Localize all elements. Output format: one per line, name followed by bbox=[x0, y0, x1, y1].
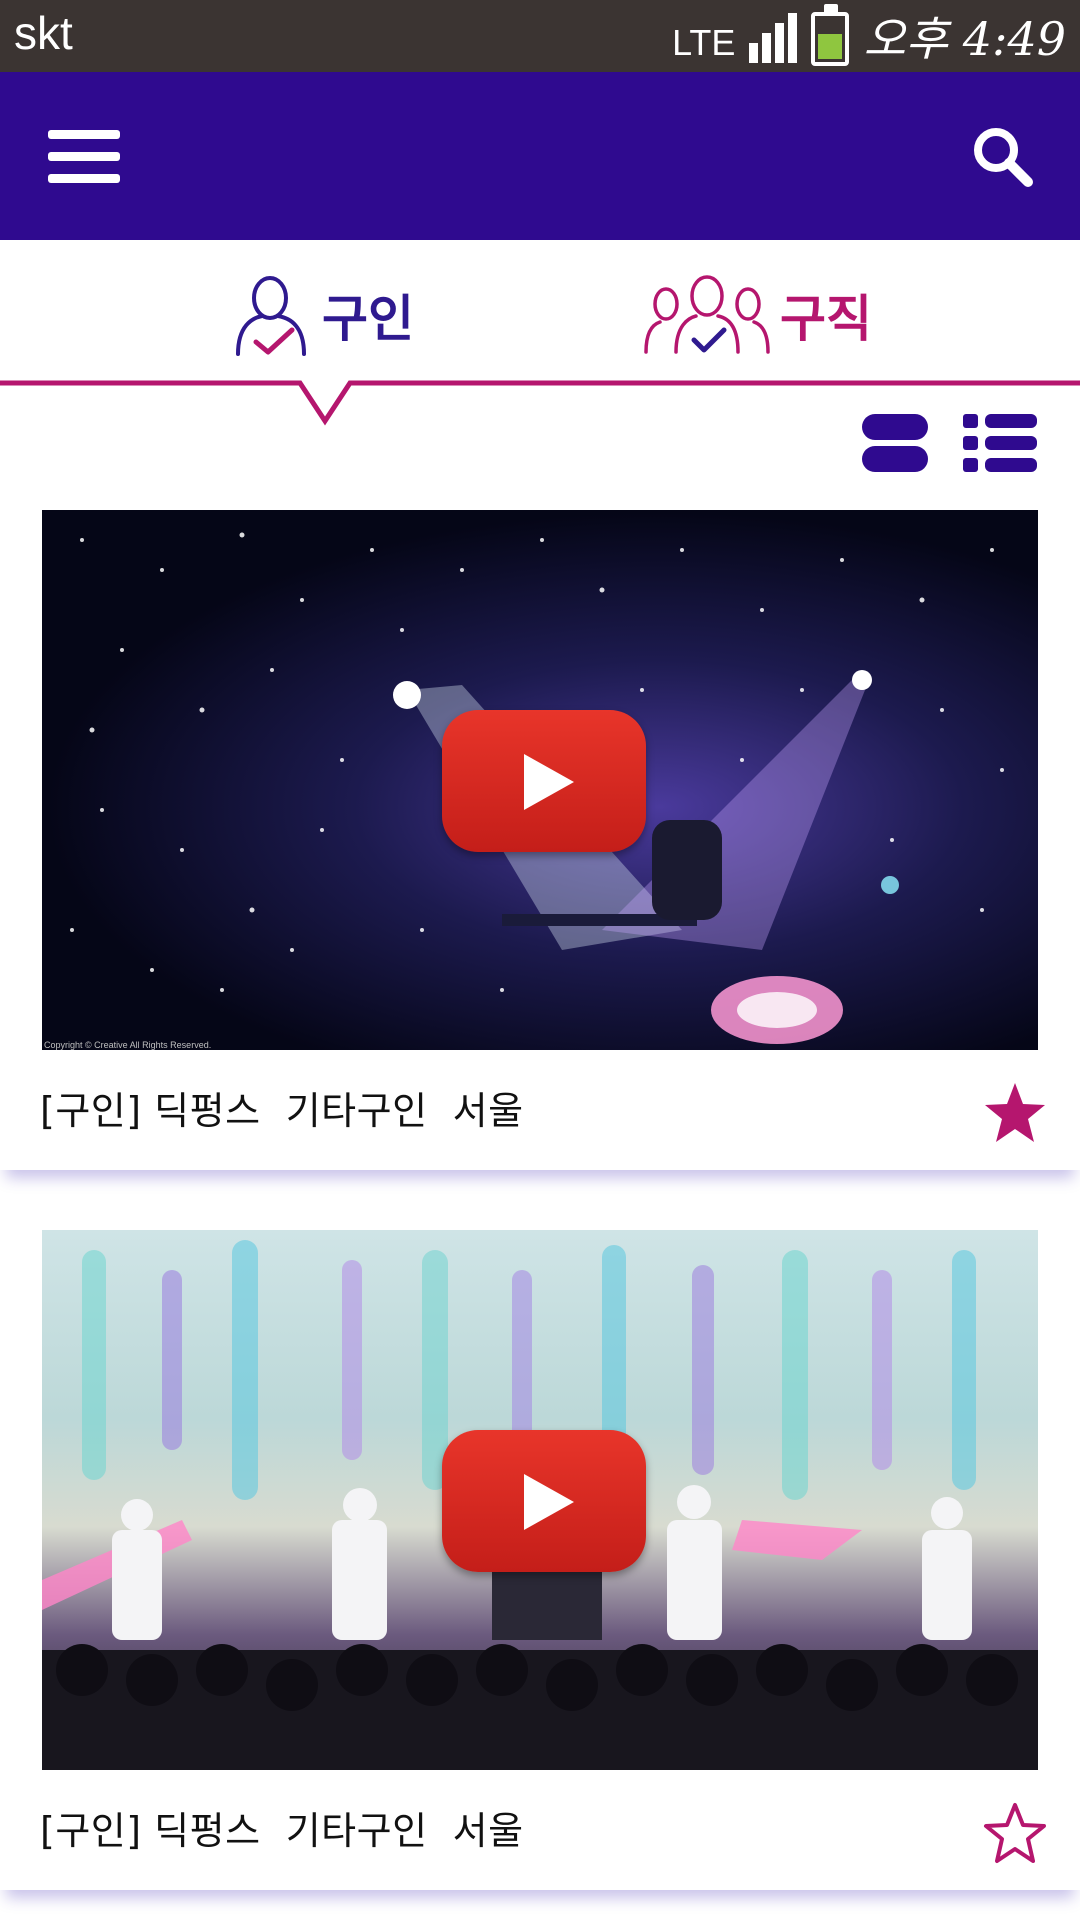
tab-bar: 구인 구직 bbox=[0, 240, 1080, 385]
status-bar: skt LTE 오후 4:49 bbox=[0, 0, 1080, 72]
video-caption-bar: [구인] 딕펑스 기타구인 서울 bbox=[0, 1050, 1080, 1170]
list-view-button[interactable] bbox=[963, 414, 1037, 472]
tab-hiring[interactable]: 구인 bbox=[232, 270, 414, 360]
signal-icon bbox=[749, 13, 798, 63]
status-icons: LTE 오후 4:49 bbox=[672, 0, 1066, 72]
play-button[interactable] bbox=[442, 710, 646, 852]
tab-job-seeking-label: 구직 bbox=[780, 290, 872, 348]
carrier-name: skt bbox=[14, 7, 73, 59]
person-check-icon bbox=[236, 276, 306, 356]
video-title[interactable]: [구인] 딕펑스 기타구인 서울 bbox=[40, 1080, 524, 1135]
search-button[interactable] bbox=[970, 124, 1036, 190]
video-thumbnail[interactable] bbox=[42, 1230, 1038, 1770]
play-button[interactable] bbox=[442, 1430, 646, 1572]
app-bar bbox=[0, 72, 1080, 240]
video-title[interactable]: [구인] 딕펑스 기타구인 서울 bbox=[40, 1800, 524, 1855]
network-type: LTE bbox=[672, 22, 736, 63]
video-thumbnail[interactable]: Copyright © Creative All Rights Reserved… bbox=[42, 510, 1038, 1050]
search-icon bbox=[974, 128, 1033, 187]
favorite-button[interactable] bbox=[982, 1800, 1048, 1866]
group-check-icon bbox=[644, 275, 770, 354]
card-view-button[interactable] bbox=[860, 412, 930, 474]
card-view-icon bbox=[862, 414, 928, 472]
list-view-icon bbox=[963, 414, 1037, 472]
video-caption-bar: [구인] 딕펑스 기타구인 서울 bbox=[0, 1770, 1080, 1890]
tab-hiring-label: 구인 bbox=[322, 290, 414, 348]
copyright-text: Copyright © Creative All Rights Reserved… bbox=[44, 1040, 212, 1050]
menu-button[interactable] bbox=[48, 130, 120, 184]
clock: 오후 4:49 bbox=[863, 12, 1066, 66]
favorite-button[interactable] bbox=[982, 1080, 1048, 1146]
star-filled-icon bbox=[985, 1083, 1045, 1142]
battery-icon bbox=[811, 4, 850, 66]
tab-job-seeking[interactable]: 구직 bbox=[642, 270, 872, 360]
star-outline-icon bbox=[984, 1803, 1046, 1863]
